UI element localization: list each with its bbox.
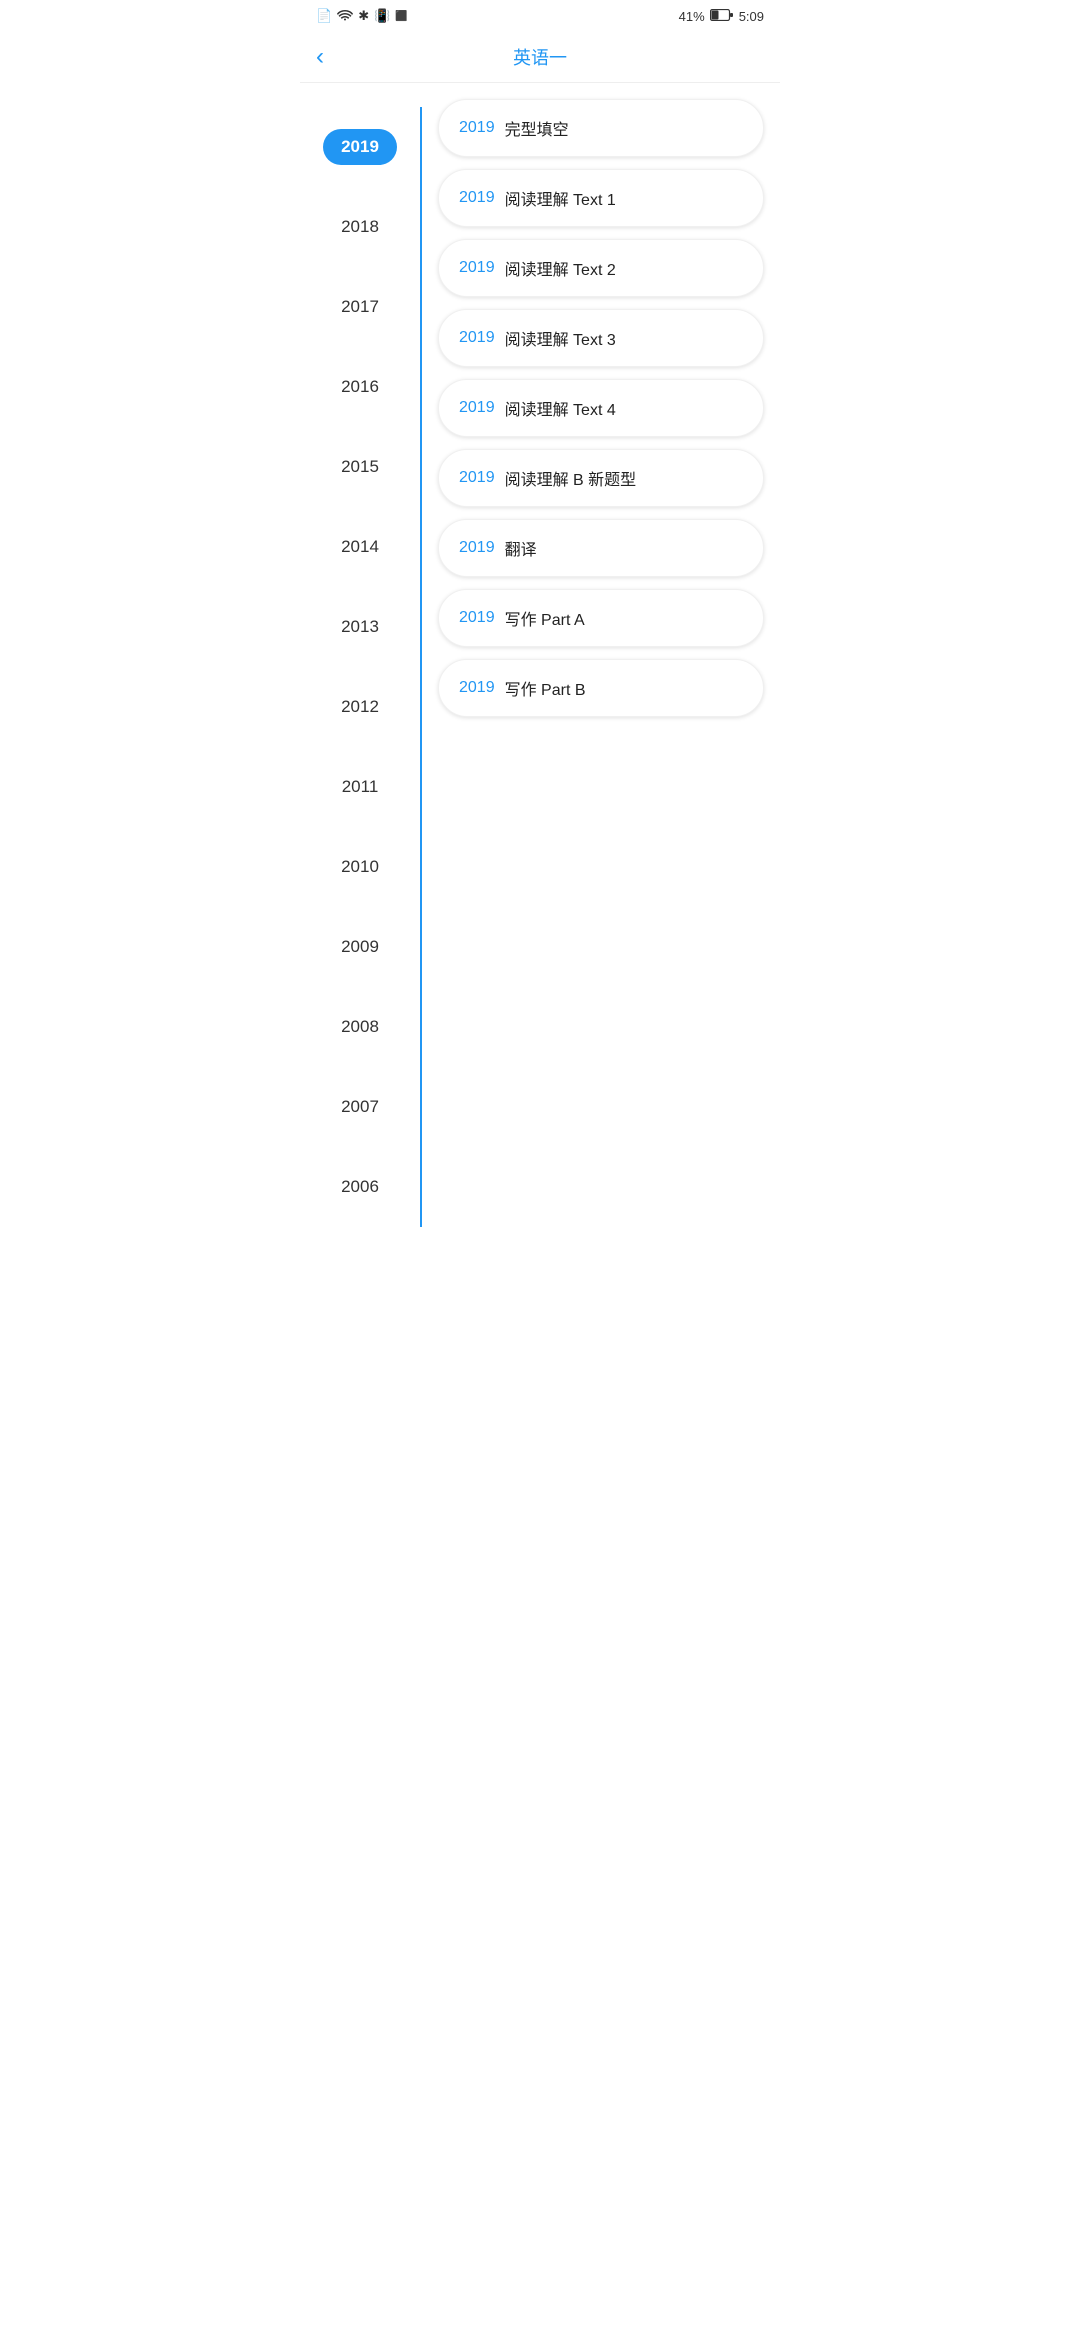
- year-label-2016: 2016: [341, 377, 379, 397]
- year-item-2009[interactable]: 2009: [300, 907, 420, 987]
- topic-name-8: 写作 Part B: [505, 676, 586, 700]
- topic-name-7: 写作 Part A: [505, 606, 585, 630]
- year-list: 2019 2018 2017 2016 2015 2014 2013 2012 2011 2010…: [300, 99, 420, 1227]
- record-icon: ⬛: [395, 11, 407, 22]
- topic-year-4: 2019: [459, 399, 495, 417]
- topic-item-1[interactable]: 2019 阅读理解 Text 1: [438, 169, 764, 227]
- year-label-2018: 2018: [341, 217, 379, 237]
- year-item-2006[interactable]: 2006: [300, 1147, 420, 1227]
- year-item-2010[interactable]: 2010: [300, 827, 420, 907]
- year-item-2017[interactable]: 2017: [300, 267, 420, 347]
- topic-year-0: 2019: [459, 119, 495, 137]
- year-label-2017: 2017: [341, 297, 379, 317]
- year-label-2007: 2007: [341, 1097, 379, 1117]
- status-right: 41% 5:09: [679, 9, 764, 24]
- wifi-icon: [337, 9, 353, 24]
- back-button[interactable]: ‹: [316, 43, 324, 71]
- year-item-2018[interactable]: 2018: [300, 187, 420, 267]
- year-label-2019: 2019: [323, 129, 397, 165]
- battery-icon: [710, 9, 734, 24]
- year-label-2010: 2010: [341, 857, 379, 877]
- year-label-2006: 2006: [341, 1177, 379, 1197]
- year-item-2014[interactable]: 2014: [300, 507, 420, 587]
- topic-year-1: 2019: [459, 189, 495, 207]
- topic-item-8[interactable]: 2019 写作 Part B: [438, 659, 764, 717]
- topic-item-6[interactable]: 2019 翻译: [438, 519, 764, 577]
- topic-year-7: 2019: [459, 609, 495, 627]
- time: 5:09: [739, 9, 764, 24]
- topic-item-3[interactable]: 2019 阅读理解 Text 3: [438, 309, 764, 367]
- main-content: 2019 2018 2017 2016 2015 2014 2013 2012 2011 2010…: [300, 83, 780, 1243]
- year-label-2015: 2015: [341, 457, 379, 477]
- bluetooth-icon: ✱: [358, 8, 369, 24]
- topic-item-4[interactable]: 2019 阅读理解 Text 4: [438, 379, 764, 437]
- year-item-2008[interactable]: 2008: [300, 987, 420, 1067]
- year-item-2012[interactable]: 2012: [300, 667, 420, 747]
- year-item-2015[interactable]: 2015: [300, 427, 420, 507]
- topic-name-6: 翻译: [505, 536, 537, 560]
- year-item-2007[interactable]: 2007: [300, 1067, 420, 1147]
- year-item-2011[interactable]: 2011: [300, 747, 420, 827]
- year-label-2012: 2012: [341, 697, 379, 717]
- topic-item-5[interactable]: 2019 阅读理解 B 新题型: [438, 449, 764, 507]
- topic-year-6: 2019: [459, 539, 495, 557]
- battery-percent: 41%: [679, 9, 705, 24]
- status-bar: 📄 ✱ 📳 ⬛ 41% 5:09: [300, 0, 780, 32]
- topic-name-5: 阅读理解 B 新题型: [505, 466, 637, 490]
- topic-item-0[interactable]: 2019 完型填空: [438, 99, 764, 157]
- topic-year-8: 2019: [459, 679, 495, 697]
- topic-item-2[interactable]: 2019 阅读理解 Text 2: [438, 239, 764, 297]
- topic-year-3: 2019: [459, 329, 495, 347]
- topic-year-2: 2019: [459, 259, 495, 277]
- topic-name-0: 完型填空: [505, 116, 569, 140]
- topic-name-1: 阅读理解 Text 1: [505, 186, 616, 210]
- year-item-2013[interactable]: 2013: [300, 587, 420, 667]
- year-label-2008: 2008: [341, 1017, 379, 1037]
- year-label-2013: 2013: [341, 617, 379, 637]
- topic-name-2: 阅读理解 Text 2: [505, 256, 616, 280]
- topic-name-3: 阅读理解 Text 3: [505, 326, 616, 350]
- topic-year-5: 2019: [459, 469, 495, 487]
- topic-name-4: 阅读理解 Text 4: [505, 396, 616, 420]
- year-item-2016[interactable]: 2016: [300, 347, 420, 427]
- status-left: 📄 ✱ 📳 ⬛: [316, 8, 408, 24]
- topic-list: 2019完型填空2019阅读理解 Text 12019阅读理解 Text 220…: [422, 99, 780, 1227]
- vibrate-icon: 📳: [374, 8, 390, 24]
- year-label-2011: 2011: [342, 777, 379, 797]
- page-title: 英语一: [513, 44, 567, 70]
- topic-item-7[interactable]: 2019 写作 Part A: [438, 589, 764, 647]
- year-label-2009: 2009: [341, 937, 379, 957]
- header: ‹ 英语一: [300, 32, 780, 83]
- year-label-2014: 2014: [341, 537, 379, 557]
- file-icon: 📄: [316, 8, 332, 24]
- year-item-2019[interactable]: 2019: [300, 107, 420, 187]
